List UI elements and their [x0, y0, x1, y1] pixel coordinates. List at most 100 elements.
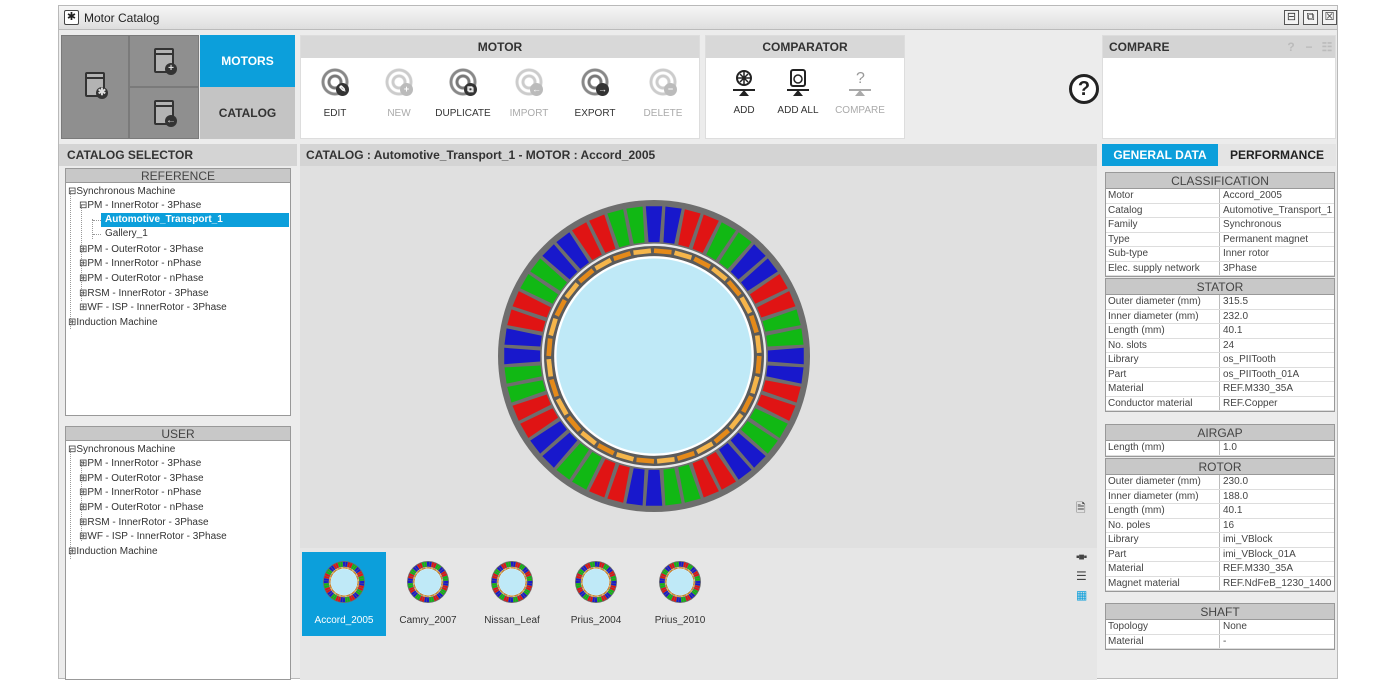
compare-button[interactable]: ? COMPARE	[828, 68, 892, 116]
property-label: Inner diameter (mm)	[1106, 310, 1220, 324]
property-row: Length (mm)40.1	[1106, 504, 1334, 519]
property-value[interactable]: os_PIITooth	[1220, 353, 1334, 367]
carousel-icon[interactable]: ▪■▪	[1076, 552, 1086, 563]
compare-remove-icon[interactable]: −	[1301, 39, 1317, 55]
ref-induction-machine[interactable]: ⊞Induction Machine	[68, 316, 158, 330]
section-airgap: AIRGAPLength (mm)1.0	[1105, 424, 1335, 457]
rotor-magnet	[582, 577, 583, 579]
property-value[interactable]: Inner rotor	[1220, 247, 1334, 261]
right-panel-tabs: GENERAL DATA PERFORMANCE	[1102, 144, 1336, 166]
export-button[interactable]: → EXPORT	[563, 68, 627, 119]
duplicate-button[interactable]: ⧉ DUPLICATE	[431, 68, 495, 119]
rotor-magnet	[758, 356, 759, 373]
property-value[interactable]: REF.M330_35A	[1220, 382, 1334, 396]
thumb-prius-2004[interactable]: Prius_2004	[554, 552, 638, 636]
rotor-magnet	[693, 577, 694, 579]
property-row: Elec. supply network3Phase	[1106, 262, 1334, 277]
shaft-bore	[499, 569, 525, 595]
close-button[interactable]: ☒	[1322, 10, 1337, 25]
user-induction-machine[interactable]: ⊞Induction Machine	[68, 545, 158, 559]
rotor-magnet	[582, 585, 583, 587]
stator-winding	[611, 581, 616, 583]
add-to-comparator-icon	[729, 68, 759, 98]
delete-button[interactable]: − DELETE	[631, 68, 695, 119]
restore-button[interactable]: ⧉	[1303, 10, 1318, 25]
compare-help-icon[interactable]: ?	[1283, 39, 1299, 55]
minimize-button[interactable]: ⊟	[1284, 10, 1299, 25]
list-icon[interactable]: ☰	[1076, 569, 1087, 583]
property-value[interactable]: 3Phase	[1220, 262, 1334, 276]
add-all-button[interactable]: ADD ALL	[766, 68, 830, 116]
tab-performance[interactable]: PERFORMANCE	[1218, 144, 1336, 166]
property-value[interactable]: os_PIITooth_01A	[1220, 368, 1334, 382]
user-pm-innerrotor-3phase[interactable]: ⊞PM - InnerRotor - 3Phase	[79, 457, 201, 471]
property-label: Material	[1106, 562, 1220, 576]
import-button[interactable]: ← IMPORT	[497, 68, 561, 119]
property-row: TypePermanent magnet	[1106, 233, 1334, 248]
thumb-camry-2007[interactable]: Camry_2007	[386, 552, 470, 636]
property-value[interactable]: 24	[1220, 339, 1334, 353]
property-value[interactable]: Accord_2005	[1220, 189, 1334, 203]
open-catalog-button[interactable]: ✱	[61, 35, 129, 139]
property-value[interactable]: -	[1220, 635, 1334, 649]
property-value[interactable]: 16	[1220, 519, 1334, 533]
property-value[interactable]: None	[1220, 620, 1334, 634]
ref-pm-outerrotor-3phase[interactable]: ⊞PM - OuterRotor - 3Phase	[79, 243, 204, 257]
property-value[interactable]: imi_VBlock_01A	[1220, 548, 1334, 562]
catalog-nav-button[interactable]: CATALOG	[200, 87, 295, 139]
import-catalog-button[interactable]: ←	[129, 87, 199, 139]
motor-group: MOTOR ✎ EDIT + NEW ⧉ DUPLICATE ← IMPORT …	[300, 35, 700, 139]
help-button[interactable]: ?	[1069, 74, 1099, 104]
user-pm-outerrotor-nphase[interactable]: ⊞PM - OuterRotor - nPhase	[79, 501, 204, 515]
user-synchronous-machine[interactable]: ⊟Synchronous Machine	[68, 443, 175, 457]
doc-icon[interactable]: 🗎	[1076, 499, 1086, 520]
rotor-magnet	[330, 577, 331, 579]
ref-pm-innerrotor-3phase[interactable]: ⊟PM - InnerRotor - 3Phase	[79, 199, 201, 213]
property-row: TopologyNone	[1106, 620, 1334, 635]
property-value[interactable]: 1.0	[1220, 441, 1334, 455]
property-value[interactable]: Permanent magnet	[1220, 233, 1334, 247]
user-pm-innerrotor-nphase[interactable]: ⊞PM - InnerRotor - nPhase	[79, 486, 201, 500]
property-value[interactable]: 188.0	[1220, 490, 1334, 504]
tab-general-data[interactable]: GENERAL DATA	[1102, 144, 1218, 166]
motors-nav-button[interactable]: MOTORS	[200, 35, 295, 87]
property-label: Library	[1106, 533, 1220, 547]
rotor-magnet	[666, 577, 667, 579]
ref-rsm-innerrotor-3phase[interactable]: ⊞RSM - InnerRotor - 3Phase	[79, 287, 209, 301]
property-label: Topology	[1106, 620, 1220, 634]
rotor-magnet	[683, 568, 685, 569]
thumb-nissan-leaf[interactable]: Nissan_Leaf	[470, 552, 554, 636]
user-pm-outerrotor-3phase[interactable]: ⊞PM - OuterRotor - 3Phase	[79, 472, 204, 486]
property-value[interactable]: imi_VBlock	[1220, 533, 1334, 547]
ref-wf-isp-innerrotor-3phase[interactable]: ⊞WF - ISP - InnerRotor - 3Phase	[79, 301, 227, 315]
property-value[interactable]: Automotive_Transport_1	[1220, 204, 1334, 218]
user-wf-isp-innerrotor-3phase[interactable]: ⊞WF - ISP - InnerRotor - 3Phase	[79, 530, 227, 544]
motor-viewer[interactable]	[300, 166, 1097, 548]
grid-icon[interactable]: ▦	[1076, 588, 1087, 602]
ref-pm-outerrotor-nphase[interactable]: ⊞PM - OuterRotor - nPhase	[79, 272, 204, 286]
property-value[interactable]: 40.1	[1220, 324, 1334, 338]
ref-synchronous-machine[interactable]: ⊟Synchronous Machine	[68, 185, 175, 199]
ref-gallery-1[interactable]: Gallery_1	[105, 227, 148, 241]
compare-trash-icon[interactable]: ☷	[1319, 39, 1335, 55]
thumb-prius-2010[interactable]: Prius_2010	[638, 552, 722, 636]
stator-winding	[646, 206, 662, 242]
property-value[interactable]: REF.Copper	[1220, 397, 1334, 411]
property-value[interactable]: REF.M330_35A	[1220, 562, 1334, 576]
property-row: Inner diameter (mm)232.0	[1106, 310, 1334, 325]
ref-pm-innerrotor-nphase[interactable]: ⊞PM - InnerRotor - nPhase	[79, 257, 201, 271]
thumb-accord-2005[interactable]: Accord_2005	[302, 552, 386, 636]
new-button[interactable]: + NEW	[367, 68, 431, 119]
edit-button[interactable]: ✎ EDIT	[303, 68, 367, 119]
ref-automotive-transport-1[interactable]: Automotive_Transport_1	[101, 213, 289, 227]
property-value[interactable]: 232.0	[1220, 310, 1334, 324]
property-row: Magnet materialREF.NdFeB_1230_1400	[1106, 577, 1334, 592]
property-value[interactable]: REF.NdFeB_1230_1400	[1220, 577, 1334, 591]
property-label: Outer diameter (mm)	[1106, 475, 1220, 489]
property-value[interactable]: 40.1	[1220, 504, 1334, 518]
property-value[interactable]: 230.0	[1220, 475, 1334, 489]
new-catalog-button[interactable]: +	[129, 35, 199, 87]
user-rsm-innerrotor-3phase[interactable]: ⊞RSM - InnerRotor - 3Phase	[79, 516, 209, 530]
property-value[interactable]: 315.5	[1220, 295, 1334, 309]
property-value[interactable]: Synchronous	[1220, 218, 1334, 232]
